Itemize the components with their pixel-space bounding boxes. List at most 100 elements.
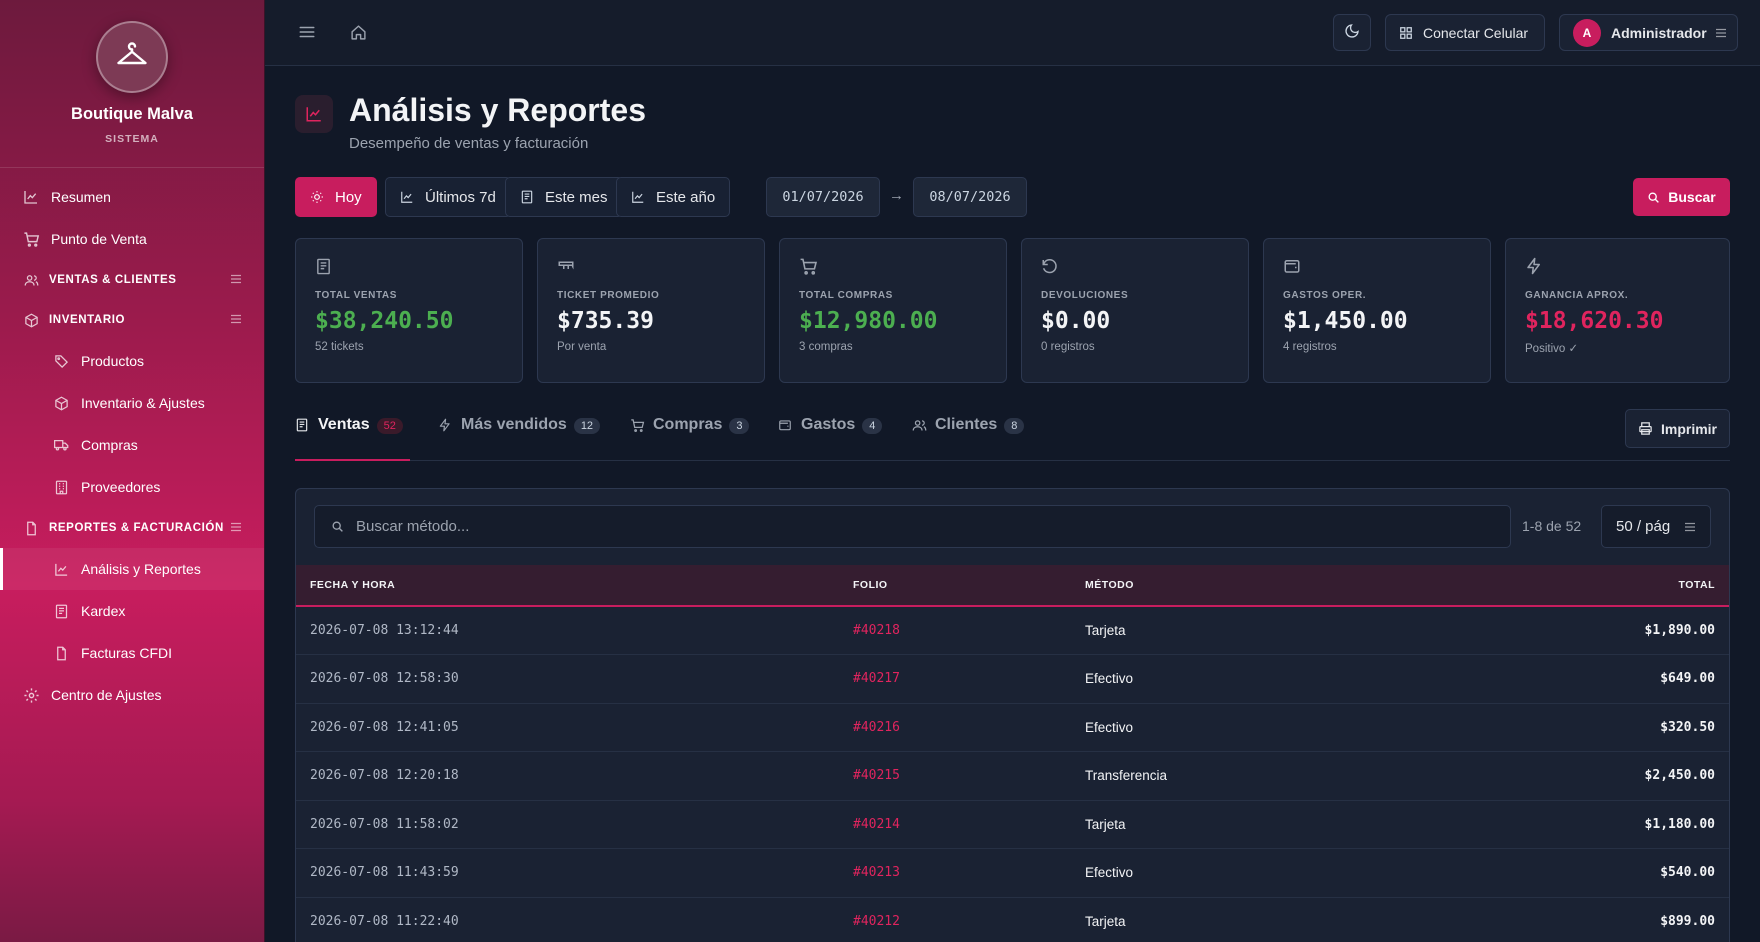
column-header-fecha[interactable]: FECHA Y HORA <box>296 565 853 607</box>
print-button[interactable]: Imprimir <box>1625 409 1730 448</box>
sidebar-item-productos[interactable]: Productos <box>0 340 264 382</box>
search-button[interactable]: Buscar <box>1633 178 1730 216</box>
sidebar-item-label: Productos <box>81 353 145 369</box>
hamburger-menu-icon[interactable] <box>296 21 318 43</box>
per-page-select[interactable]: 50 / pág <box>1601 505 1711 548</box>
table-row[interactable]: 2026-07-08 11:22:40 #40212 Tarjeta $899.… <box>296 897 1729 942</box>
sales-table-panel: 1-8 de 52 50 / pág FECHA Y HORA FOLIO MÉ… <box>295 488 1730 942</box>
topbar: Conectar Celular A Administrador <box>265 0 1760 66</box>
sidebar-item-centro-ajustes[interactable]: Centro de Ajustes <box>0 674 264 716</box>
table-search-input[interactable] <box>356 518 1456 535</box>
tab-count-badge: 12 <box>573 418 601 434</box>
cell-total: $320.50 <box>1465 703 1729 752</box>
kpi-label: GASTOS OPER. <box>1283 290 1367 301</box>
box-icon <box>22 311 40 329</box>
table-row[interactable]: 2026-07-08 12:20:18 #40215 Transferencia… <box>296 751 1729 801</box>
date-from-input[interactable]: 01/07/2026 <box>766 177 880 217</box>
cell-folio[interactable]: #40216 <box>853 703 1085 752</box>
tab-label: Gastos <box>801 416 856 433</box>
cell-fecha: 2026-07-08 12:41:05 <box>296 703 853 752</box>
sidebar-section-ventas-clientes[interactable]: VENTAS & CLIENTES <box>0 260 264 300</box>
per-page-value: 50 / pág <box>1616 518 1671 535</box>
main-content: Análisis y Reportes Desempeño de ventas … <box>265 66 1760 942</box>
sidebar-item-kardex[interactable]: Kardex <box>0 590 264 632</box>
kpi-sub: 4 registros <box>1283 341 1337 353</box>
sidebar-item-punto-de-venta[interactable]: Punto de Venta <box>0 218 264 260</box>
sidebar-item-analisis-reportes[interactable]: Análisis y Reportes <box>0 548 264 590</box>
column-header-folio[interactable]: FOLIO <box>853 565 1085 607</box>
file-icon <box>54 646 69 661</box>
user-menu-button[interactable]: A Administrador <box>1559 14 1738 51</box>
table-search-field[interactable] <box>314 505 1511 548</box>
brand-name: Boutique Malva <box>71 105 193 123</box>
sidebar-item-label: Proveedores <box>81 479 161 495</box>
tab-mas-vendidos[interactable]: Más vendidos 12 <box>438 406 601 461</box>
avatar: A <box>1573 18 1601 47</box>
date-filter-bar: Hoy Últimos 7d Este mes Este año 01/07/2… <box>295 177 1730 217</box>
cell-folio[interactable]: #40218 <box>853 606 1085 655</box>
tab-gastos[interactable]: Gastos 4 <box>778 406 883 461</box>
tab-count-badge: 3 <box>729 418 750 434</box>
column-header-metodo[interactable]: MÉTODO <box>1085 565 1465 607</box>
building-icon <box>54 480 69 495</box>
cell-metodo: Tarjeta <box>1085 606 1465 655</box>
tab-clientes[interactable]: Clientes 8 <box>912 406 1025 461</box>
cell-metodo: Efectivo <box>1085 703 1465 752</box>
table-row[interactable]: 2026-07-08 12:41:05 #40216 Efectivo $320… <box>296 703 1729 752</box>
filter-this-year-button[interactable]: Este año <box>616 177 731 217</box>
filter-last7-label: Últimos 7d <box>425 188 496 206</box>
cell-folio[interactable]: #40212 <box>853 897 1085 942</box>
table-row[interactable]: 2026-07-08 13:12:44 #40218 Tarjeta $1,89… <box>296 606 1729 655</box>
home-icon[interactable] <box>347 21 369 43</box>
sidebar-item-facturas-cfdi[interactable]: Facturas CFDI <box>0 632 264 674</box>
sidebar-item-label: Centro de Ajustes <box>51 687 162 703</box>
menu-lines-icon <box>230 521 242 536</box>
date-to-input[interactable]: 08/07/2026 <box>913 177 1027 217</box>
print-button-label: Imprimir <box>1660 420 1717 437</box>
kpi-card-ticket-promedio: TICKET PROMEDIO $735.39 Por venta <box>537 238 765 383</box>
cell-folio[interactable]: #40215 <box>853 751 1085 801</box>
cell-metodo: Tarjeta <box>1085 800 1465 849</box>
connect-phone-button[interactable]: Conectar Celular <box>1385 14 1545 51</box>
page-title: Análisis y Reportes <box>349 92 646 128</box>
sidebar-item-label: Facturas CFDI <box>81 645 173 661</box>
column-header-total[interactable]: TOTAL <box>1465 565 1729 607</box>
kpi-value: $0.00 <box>1041 308 1111 334</box>
cell-folio[interactable]: #40217 <box>853 654 1085 704</box>
tab-label: Más vendidos <box>461 416 567 433</box>
tab-compras[interactable]: Compras 3 <box>630 406 750 461</box>
table-row[interactable]: 2026-07-08 11:43:59 #40213 Efectivo $540… <box>296 848 1729 898</box>
theme-toggle-button[interactable] <box>1333 14 1371 51</box>
sidebar-item-compras[interactable]: Compras <box>0 424 264 466</box>
cell-total: $649.00 <box>1465 654 1729 704</box>
sidebar-section-label: REPORTES & FACTURACIÓN <box>49 522 224 534</box>
cell-metodo: Tarjeta <box>1085 897 1465 942</box>
sidebar-section-inventario[interactable]: INVENTARIO <box>0 300 264 340</box>
sidebar-item-inventario-ajustes[interactable]: Inventario & Ajustes <box>0 382 264 424</box>
kpi-card-ganancia: GANANCIA APROX. $18,620.30 Positivo ✓ <box>1505 238 1730 383</box>
tab-count-badge: 52 <box>376 418 403 434</box>
search-icon <box>1647 191 1660 204</box>
grid-icon <box>1399 26 1413 40</box>
cell-folio[interactable]: #40213 <box>853 848 1085 898</box>
filter-this-month-button[interactable]: Este mes <box>505 177 623 217</box>
kpi-card-total-compras: TOTAL COMPRAS $12,980.00 3 compras <box>779 238 1007 383</box>
sidebar-item-proveedores[interactable]: Proveedores <box>0 466 264 508</box>
tab-ventas[interactable]: Ventas 52 <box>295 406 410 461</box>
kpi-cards: TOTAL VENTAS $38,240.50 52 tickets TICKE… <box>295 238 1730 383</box>
search-button-label: Buscar <box>1668 189 1716 205</box>
table-row[interactable]: 2026-07-08 11:58:02 #40214 Tarjeta $1,18… <box>296 800 1729 849</box>
filter-today-button[interactable]: Hoy <box>295 177 377 217</box>
sidebar-section-reportes[interactable]: REPORTES & FACTURACIÓN <box>0 508 264 548</box>
sidebar-item-resumen[interactable]: Resumen <box>0 176 264 218</box>
table-row[interactable]: 2026-07-08 12:58:30 #40217 Efectivo $649… <box>296 654 1729 704</box>
cell-fecha: 2026-07-08 11:58:02 <box>296 800 853 849</box>
kpi-sub: Por venta <box>557 341 607 353</box>
cell-total: $1,180.00 <box>1465 800 1729 849</box>
pagination-info: 1-8 de 52 <box>1522 518 1582 534</box>
filter-last7-button[interactable]: Últimos 7d <box>385 177 511 217</box>
sidebar-item-label: Resumen <box>51 189 111 205</box>
kpi-value: $1,450.00 <box>1283 308 1408 334</box>
kpi-sub: 52 tickets <box>315 341 364 353</box>
cell-folio[interactable]: #40214 <box>853 800 1085 849</box>
